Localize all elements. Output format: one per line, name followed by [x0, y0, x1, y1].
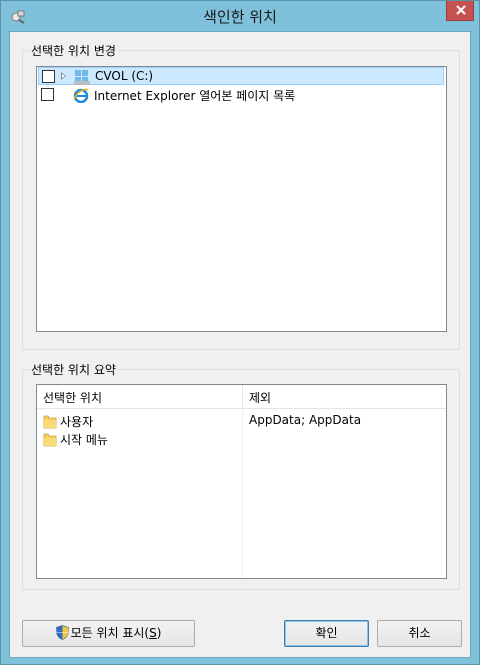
folder-icon — [43, 415, 57, 429]
show-all-mnemonic: S — [149, 626, 157, 640]
locations-tree[interactable]: CVOL (C:) Internet Explorer 열어본 페이지 목록 — [36, 66, 447, 332]
list-header: 선택한 위치 제외 — [37, 385, 446, 409]
cancel-button[interactable]: 취소 — [377, 620, 462, 647]
location-name: 사용자 — [60, 415, 94, 429]
list-item[interactable]: 사용자 AppData; AppData — [37, 412, 446, 430]
list-item[interactable]: 시작 메뉴 — [37, 430, 446, 448]
show-all-label-end: ) — [156, 626, 162, 640]
drive-icon — [74, 70, 90, 85]
change-locations-legend: 선택한 위치 변경 — [29, 42, 118, 59]
internet-explorer-icon — [73, 88, 89, 103]
tree-item-label: CVOL (C:) — [95, 69, 154, 83]
show-all-locations-button[interactable]: 모든 위치 표시(S) — [22, 620, 195, 647]
ok-button[interactable]: 확인 — [284, 620, 369, 647]
uac-shield-icon — [55, 625, 69, 640]
close-icon — [456, 5, 466, 15]
summary-list[interactable]: 선택한 위치 제외 사용자 AppData; AppData 시작 메뉴 — [36, 384, 447, 579]
dialog-window: 색인한 위치 선택한 위치 변경 CVOL (C:) Internet Expl… — [0, 0, 480, 665]
location-name: 시작 메뉴 — [60, 433, 108, 447]
title-bar[interactable]: 색인한 위치 — [1, 1, 479, 31]
change-locations-group: 선택한 위치 변경 CVOL (C:) Internet Explorer 열어… — [22, 42, 460, 350]
summary-group: 선택한 위치 요약 선택한 위치 제외 사용자 AppData; AppData — [22, 361, 460, 590]
summary-legend: 선택한 위치 요약 — [29, 361, 118, 378]
column-divider[interactable] — [242, 385, 243, 408]
cvol-checkbox[interactable] — [42, 70, 55, 83]
ie-history-checkbox[interactable] — [41, 88, 54, 101]
close-button[interactable] — [446, 1, 474, 21]
tree-item-cvol[interactable]: CVOL (C:) — [38, 67, 444, 85]
dialog-client-area: 선택한 위치 변경 CVOL (C:) Internet Explorer 열어… — [9, 31, 471, 658]
column-header-exclude[interactable]: 제외 — [249, 389, 271, 406]
tree-item-ie-history[interactable]: Internet Explorer 열어본 페이지 목록 — [38, 86, 444, 104]
window-title: 색인한 위치 — [203, 8, 277, 26]
folder-icon — [43, 433, 57, 447]
exclude-value: AppData; AppData — [249, 413, 362, 427]
expand-arrow-icon[interactable] — [61, 72, 66, 80]
column-header-location[interactable]: 선택한 위치 — [43, 389, 102, 406]
tree-item-label: Internet Explorer 열어본 페이지 목록 — [94, 89, 296, 103]
show-all-label: 모든 위치 표시( — [70, 626, 150, 640]
